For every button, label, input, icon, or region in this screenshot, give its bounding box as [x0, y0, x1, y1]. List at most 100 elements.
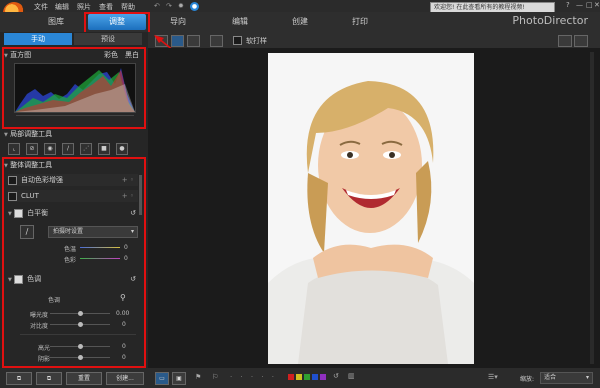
- white-balance-checkbox[interactable]: [14, 208, 24, 218]
- shadow-value: 0: [122, 354, 126, 361]
- rating-stars[interactable]: · · · · ·: [230, 373, 277, 381]
- undo-icon[interactable]: ↶: [154, 2, 160, 10]
- rotate-left-icon[interactable]: ↺: [333, 372, 339, 380]
- global-tools-header[interactable]: ▼ 整体调整工具: [4, 160, 142, 170]
- color-label-red[interactable]: [288, 374, 294, 380]
- panel-scrollbar[interactable]: [139, 175, 142, 215]
- compare-icon[interactable]: ⚑: [195, 373, 201, 381]
- auto-color-row[interactable]: 自动色彩增强 + ◦: [8, 174, 138, 186]
- subtab-manual[interactable]: 手动: [4, 33, 72, 45]
- fullscreen-icon[interactable]: ▣: [172, 372, 186, 385]
- reset-icon[interactable]: ↺: [130, 207, 136, 219]
- histogram-title: 直方图: [10, 51, 32, 59]
- tone-checkbox[interactable]: [14, 274, 24, 284]
- exposure-knob[interactable]: [78, 311, 83, 316]
- clut-row[interactable]: CLUT + ◦: [8, 190, 138, 202]
- tint-value: 0: [124, 255, 128, 262]
- collapse-icon: ▼: [4, 132, 8, 138]
- clut-label: CLUT: [21, 192, 39, 200]
- tone-picker-icon[interactable]: ⚲: [120, 293, 126, 302]
- menu-file[interactable]: 文件: [34, 2, 48, 12]
- auto-color-label: 自动色彩增强: [21, 176, 63, 184]
- zoom-value: 适合: [544, 374, 557, 381]
- local-tools-header[interactable]: ▼ 局部调整工具: [4, 129, 142, 139]
- menu-edit[interactable]: 编辑: [55, 2, 69, 12]
- white-balance-preset: 拍摄时设置: [53, 228, 84, 235]
- chevron-down-icon: ▾: [130, 228, 134, 235]
- crop-tool-icon[interactable]: ⌞: [8, 143, 20, 155]
- histogram-header[interactable]: ▼ 直方图 彩色 黑白: [4, 50, 142, 60]
- maximize-button[interactable]: □: [586, 1, 593, 9]
- white-balance-title: 白平衡: [27, 209, 49, 217]
- add-icon[interactable]: + ◦: [122, 174, 134, 186]
- tab-create[interactable]: 创建: [282, 14, 318, 30]
- eyedropper-icon[interactable]: ∕: [20, 225, 34, 239]
- zoom-label: 缩放:: [520, 376, 535, 383]
- tab-edit[interactable]: 编辑: [222, 14, 258, 30]
- menu-view[interactable]: 查看: [99, 2, 113, 12]
- tab-library[interactable]: 图库: [38, 14, 74, 30]
- temp-label: 色温: [64, 246, 77, 253]
- photo-preview[interactable]: [268, 53, 474, 364]
- temp-value: 0: [124, 244, 128, 251]
- tint-slider[interactable]: [80, 258, 120, 259]
- color-label-purple[interactable]: [320, 374, 326, 380]
- histogram-mode-color[interactable]: 彩色: [104, 50, 118, 60]
- delete-icon[interactable]: ▥: [348, 372, 355, 380]
- reset-button[interactable]: 重置: [66, 372, 102, 385]
- reset-icon[interactable]: ↺: [130, 273, 136, 285]
- update-icon[interactable]: ●: [190, 2, 199, 11]
- close-button[interactable]: ✕: [594, 1, 600, 9]
- radial-tool-icon[interactable]: ●: [116, 143, 128, 155]
- shadow-knob[interactable]: [78, 355, 83, 360]
- subtab-presets[interactable]: 预设: [74, 33, 142, 45]
- auto-color-checkbox[interactable]: [8, 175, 17, 185]
- exposure-value: 0.00: [116, 310, 130, 317]
- histogram-chart: [14, 63, 136, 113]
- highlight-knob[interactable]: [78, 344, 83, 349]
- zoom-icon[interactable]: [558, 35, 572, 47]
- softproof-label: 软打样: [246, 37, 267, 45]
- brush-tool-icon[interactable]: ∕: [62, 143, 74, 155]
- color-label-green[interactable]: [304, 374, 310, 380]
- minimize-button[interactable]: —: [576, 1, 583, 9]
- create-button[interactable]: 创建...: [106, 372, 144, 385]
- redo-icon[interactable]: ↷: [166, 2, 172, 10]
- help-button[interactable]: ?: [566, 1, 570, 9]
- white-balance-header[interactable]: ▼ 白平衡 ↺: [8, 207, 138, 219]
- clut-checkbox[interactable]: [8, 191, 17, 201]
- gradient-tool-icon[interactable]: ⋰: [80, 143, 92, 155]
- settings-icon[interactable]: ✹: [178, 2, 184, 10]
- spot-tool-icon[interactable]: ■: [98, 143, 110, 155]
- color-label-yellow[interactable]: [296, 374, 302, 380]
- histogram-mode-bw[interactable]: 黑白: [125, 50, 139, 60]
- exposure-label: 曝光度: [30, 312, 49, 319]
- paste-settings-button[interactable]: ⧉: [36, 372, 62, 385]
- white-balance-select[interactable]: 拍摄时设置 ▾: [48, 226, 138, 238]
- color-label-blue[interactable]: [312, 374, 318, 380]
- redeye-tool-icon[interactable]: ◉: [44, 143, 56, 155]
- straighten-tool-icon[interactable]: ⊘: [26, 143, 38, 155]
- temp-slider[interactable]: [80, 247, 120, 248]
- collapse-icon: ▼: [4, 53, 8, 59]
- softproof-checkbox[interactable]: [233, 36, 246, 45]
- hand-icon[interactable]: [574, 35, 588, 47]
- flag-icon[interactable]: ⚐: [212, 373, 218, 381]
- shadow-label: 阴影: [38, 356, 51, 363]
- copy-settings-button[interactable]: ⧉: [6, 372, 32, 385]
- tab-print[interactable]: 打印: [342, 14, 378, 30]
- contrast-value: 0: [122, 321, 126, 328]
- zoom-select[interactable]: 适合 ▾: [540, 372, 593, 384]
- tone-subtitle: 色调: [48, 297, 61, 304]
- tone-header[interactable]: ▼ 色调 ↺: [8, 273, 138, 285]
- filmstrip-icon[interactable]: ▭: [155, 372, 169, 385]
- highlight-value: 0: [122, 343, 126, 350]
- canvas-scrollbar[interactable]: [590, 52, 594, 364]
- menu-help[interactable]: 帮助: [121, 2, 135, 12]
- collapse-icon: ▼: [8, 277, 12, 283]
- contrast-knob[interactable]: [78, 322, 83, 327]
- collapse-icon: ▼: [4, 163, 8, 169]
- add-icon[interactable]: + ◦: [122, 190, 134, 202]
- menu-photo[interactable]: 照片: [77, 2, 91, 12]
- list-icon[interactable]: ☰▾: [488, 373, 498, 381]
